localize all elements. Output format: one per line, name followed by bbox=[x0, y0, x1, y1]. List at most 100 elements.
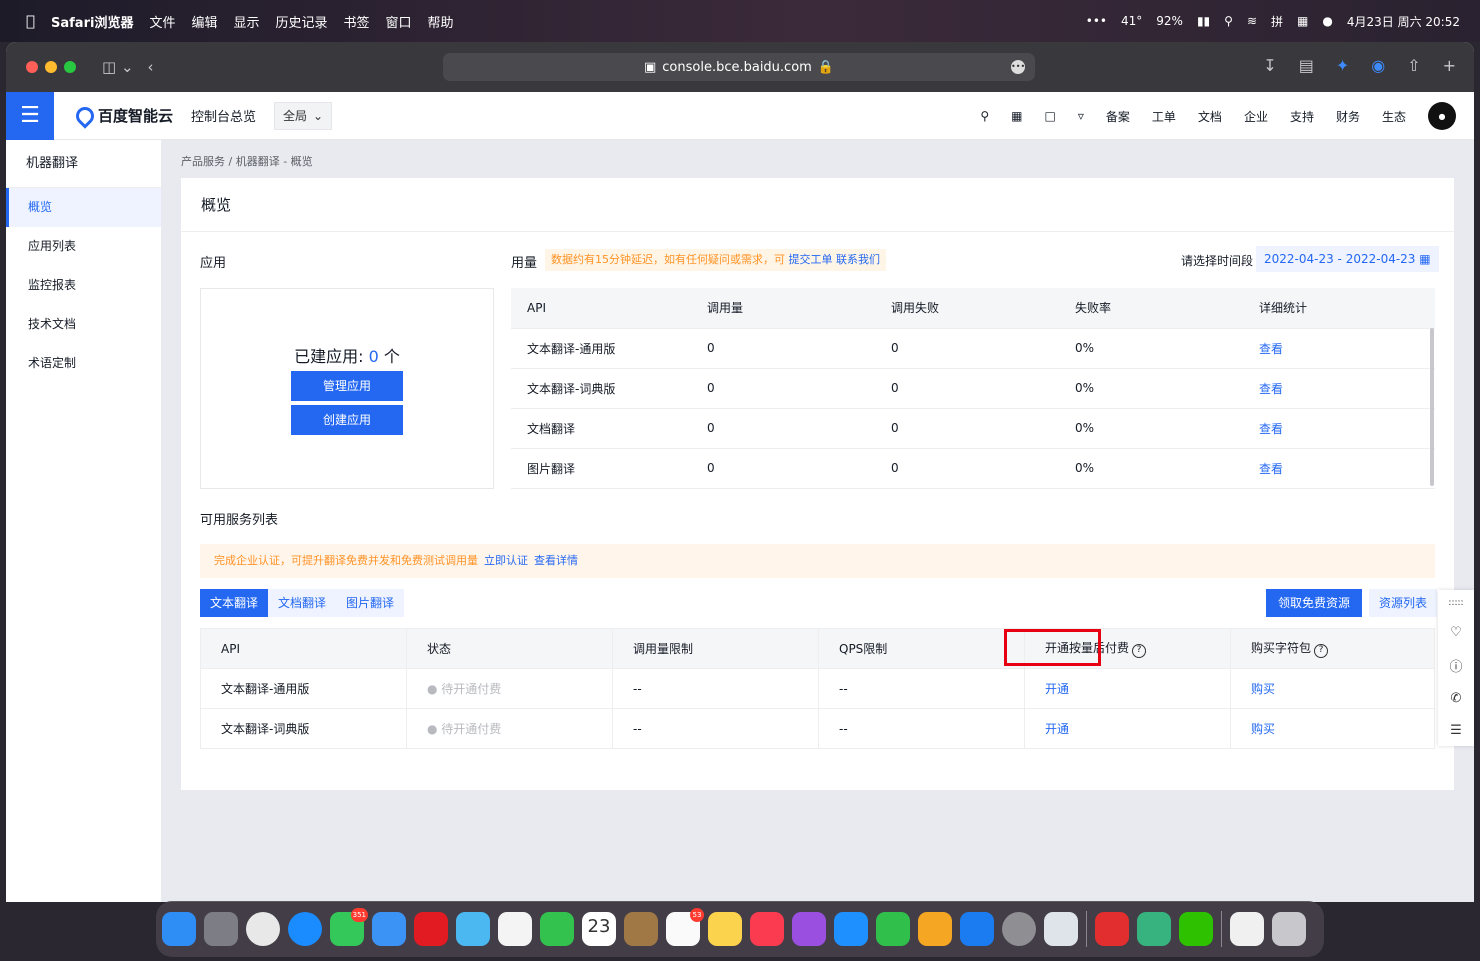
mail-icon[interactable] bbox=[372, 912, 406, 946]
menu-app-name[interactable]: Safari浏览器 bbox=[51, 12, 133, 31]
itunes-icon[interactable] bbox=[750, 912, 784, 946]
download-icon[interactable]: ↧ bbox=[1263, 56, 1276, 75]
maps-icon[interactable] bbox=[456, 912, 490, 946]
menu-view[interactable]: 显示 bbox=[233, 12, 259, 31]
phone-icon[interactable]: ✆ bbox=[1451, 691, 1462, 706]
minimize-button[interactable] bbox=[45, 61, 57, 73]
sidebar-item-terms[interactable]: 术语定制 bbox=[6, 344, 161, 383]
app-store-icon[interactable] bbox=[960, 912, 994, 946]
contacts-icon[interactable] bbox=[624, 912, 658, 946]
sidebar-toggle-icon[interactable]: ◫ ⌄ bbox=[102, 58, 134, 76]
menu-edit[interactable]: 编辑 bbox=[191, 12, 217, 31]
sidebar-item-apps[interactable]: 应用列表 bbox=[6, 227, 161, 266]
control-center-icon[interactable]: ▦ bbox=[1297, 14, 1308, 28]
view-link[interactable]: 查看 bbox=[1243, 328, 1435, 369]
menu-help[interactable]: 帮助 bbox=[428, 12, 454, 31]
input-method-icon[interactable]: 拼 bbox=[1271, 13, 1283, 30]
menu-history[interactable]: 历史记录 bbox=[276, 12, 328, 31]
safari-icon[interactable] bbox=[288, 912, 322, 946]
feedback-icon[interactable]: ☰ bbox=[1450, 723, 1462, 738]
sidebar-item-monitor[interactable]: 监控报表 bbox=[6, 266, 161, 305]
facetime-icon[interactable] bbox=[540, 912, 574, 946]
page-menu-icon[interactable]: ••• bbox=[1011, 60, 1025, 74]
nav-ticket[interactable]: 工单 bbox=[1152, 108, 1176, 125]
view-link[interactable]: 查看 bbox=[1243, 448, 1435, 489]
messages-icon[interactable]: 351 bbox=[330, 908, 368, 946]
search-icon[interactable]: ⚲ bbox=[980, 109, 989, 123]
reminders-icon[interactable]: 53 bbox=[666, 908, 704, 946]
buy-link[interactable]: 购买 bbox=[1230, 668, 1435, 709]
buy-link[interactable]: 购买 bbox=[1230, 708, 1435, 749]
new-tab-icon[interactable]: + bbox=[1443, 56, 1456, 75]
more-icon[interactable]: ••• bbox=[1086, 14, 1107, 28]
back-icon[interactable]: ‹ bbox=[148, 58, 154, 76]
pages-icon[interactable] bbox=[918, 912, 952, 946]
siri-icon[interactable]: ● bbox=[1322, 14, 1332, 28]
reader-icon[interactable]: ▤ bbox=[1299, 56, 1314, 75]
question-icon[interactable]: ⓘ bbox=[1449, 656, 1462, 675]
system-preferences-icon[interactable] bbox=[1002, 912, 1036, 946]
menu-file[interactable]: 文件 bbox=[149, 12, 175, 31]
spotlight-icon[interactable]: ⚲ bbox=[1224, 14, 1233, 28]
apps-grid-icon[interactable]: ▦ bbox=[1011, 109, 1022, 123]
apple-icon[interactable]:  bbox=[26, 12, 35, 30]
nav-support[interactable]: 支持 bbox=[1290, 108, 1314, 125]
table-scrollbar[interactable] bbox=[1430, 328, 1434, 486]
preview-icon[interactable] bbox=[1044, 912, 1078, 946]
menu-icon[interactable]: ☰ bbox=[6, 91, 54, 140]
document-icon[interactable] bbox=[1230, 912, 1264, 946]
contact-us-link[interactable]: 联系我们 bbox=[836, 253, 880, 266]
drag-handle-icon[interactable]: ::::: bbox=[1448, 598, 1463, 608]
nav-enterprise[interactable]: 企业 bbox=[1244, 108, 1268, 125]
chrome-icon[interactable] bbox=[246, 912, 280, 946]
help-icon[interactable]: ? bbox=[1314, 644, 1329, 658]
extension2-icon[interactable]: ◉ bbox=[1371, 56, 1385, 75]
app-icon[interactable] bbox=[1137, 912, 1171, 946]
cart-icon[interactable]: ▿ bbox=[1078, 109, 1084, 123]
nav-finance[interactable]: 财务 bbox=[1336, 108, 1360, 125]
message-icon[interactable]: □ bbox=[1045, 109, 1056, 123]
podcasts-icon[interactable] bbox=[792, 912, 826, 946]
view-details-link[interactable]: 查看详情 bbox=[534, 554, 578, 567]
wechat-icon[interactable] bbox=[1179, 912, 1213, 946]
date-range-picker[interactable]: 2022-04-23 - 2022-04-23 ▦ bbox=[1256, 246, 1439, 272]
resource-list-button[interactable]: 资源列表 bbox=[1369, 589, 1438, 617]
share-icon[interactable]: ⇧ bbox=[1407, 56, 1420, 75]
launchpad-icon[interactable] bbox=[204, 912, 238, 946]
photos-icon[interactable] bbox=[498, 912, 532, 946]
tab-image-translate[interactable]: 图片翻译 bbox=[336, 589, 405, 617]
brand-logo[interactable]: 百度智能云 bbox=[72, 102, 173, 129]
nav-ecosystem[interactable]: 生态 bbox=[1382, 108, 1406, 125]
view-link[interactable]: 查看 bbox=[1243, 368, 1435, 409]
console-overview-link[interactable]: 控制台总览 bbox=[191, 106, 256, 125]
create-app-button[interactable]: 创建应用 bbox=[291, 405, 403, 435]
submit-ticket-link[interactable]: 提交工单 bbox=[789, 253, 833, 266]
trash-icon[interactable] bbox=[1272, 912, 1306, 946]
keynote-icon[interactable] bbox=[834, 912, 868, 946]
wifi-icon[interactable]: ≋ bbox=[1247, 14, 1257, 28]
menu-window[interactable]: 窗口 bbox=[386, 12, 412, 31]
region-select[interactable]: 全局 ⌄ bbox=[274, 101, 333, 130]
menu-bookmarks[interactable]: 书签 bbox=[344, 12, 370, 31]
enable-postpaid-link[interactable]: 开通 bbox=[1024, 708, 1231, 749]
extension-icon[interactable]: ✦ bbox=[1336, 56, 1349, 75]
battery-percent[interactable]: 92% bbox=[1156, 14, 1183, 28]
notes-icon[interactable] bbox=[708, 912, 742, 946]
avatar[interactable]: ● bbox=[1428, 102, 1456, 130]
help-icon[interactable]: ? bbox=[1132, 644, 1147, 658]
close-button[interactable] bbox=[26, 61, 38, 73]
sidebar-item-overview[interactable]: 概览 bbox=[6, 188, 161, 227]
tab-text-translate[interactable]: 文本翻译 bbox=[200, 589, 269, 617]
zoom-button[interactable] bbox=[64, 61, 76, 73]
certify-now-link[interactable]: 立即认证 bbox=[484, 554, 528, 567]
calendar-icon[interactable]: 23 bbox=[582, 912, 616, 946]
favorite-icon[interactable]: ♡ bbox=[1450, 625, 1462, 640]
claim-free-resource-button[interactable]: 领取免费资源 bbox=[1266, 589, 1363, 617]
nav-beian[interactable]: 备案 bbox=[1106, 108, 1130, 125]
enable-postpaid-link[interactable]: 开通 bbox=[1024, 668, 1231, 709]
address-bar[interactable]: ▣ console.bce.baidu.com 🔒 ••• bbox=[443, 53, 1035, 81]
tab-doc-translate[interactable]: 文档翻译 bbox=[268, 589, 337, 617]
manage-apps-button[interactable]: 管理应用 bbox=[291, 371, 403, 401]
view-link[interactable]: 查看 bbox=[1243, 408, 1435, 449]
netease-music-icon[interactable] bbox=[1095, 912, 1129, 946]
